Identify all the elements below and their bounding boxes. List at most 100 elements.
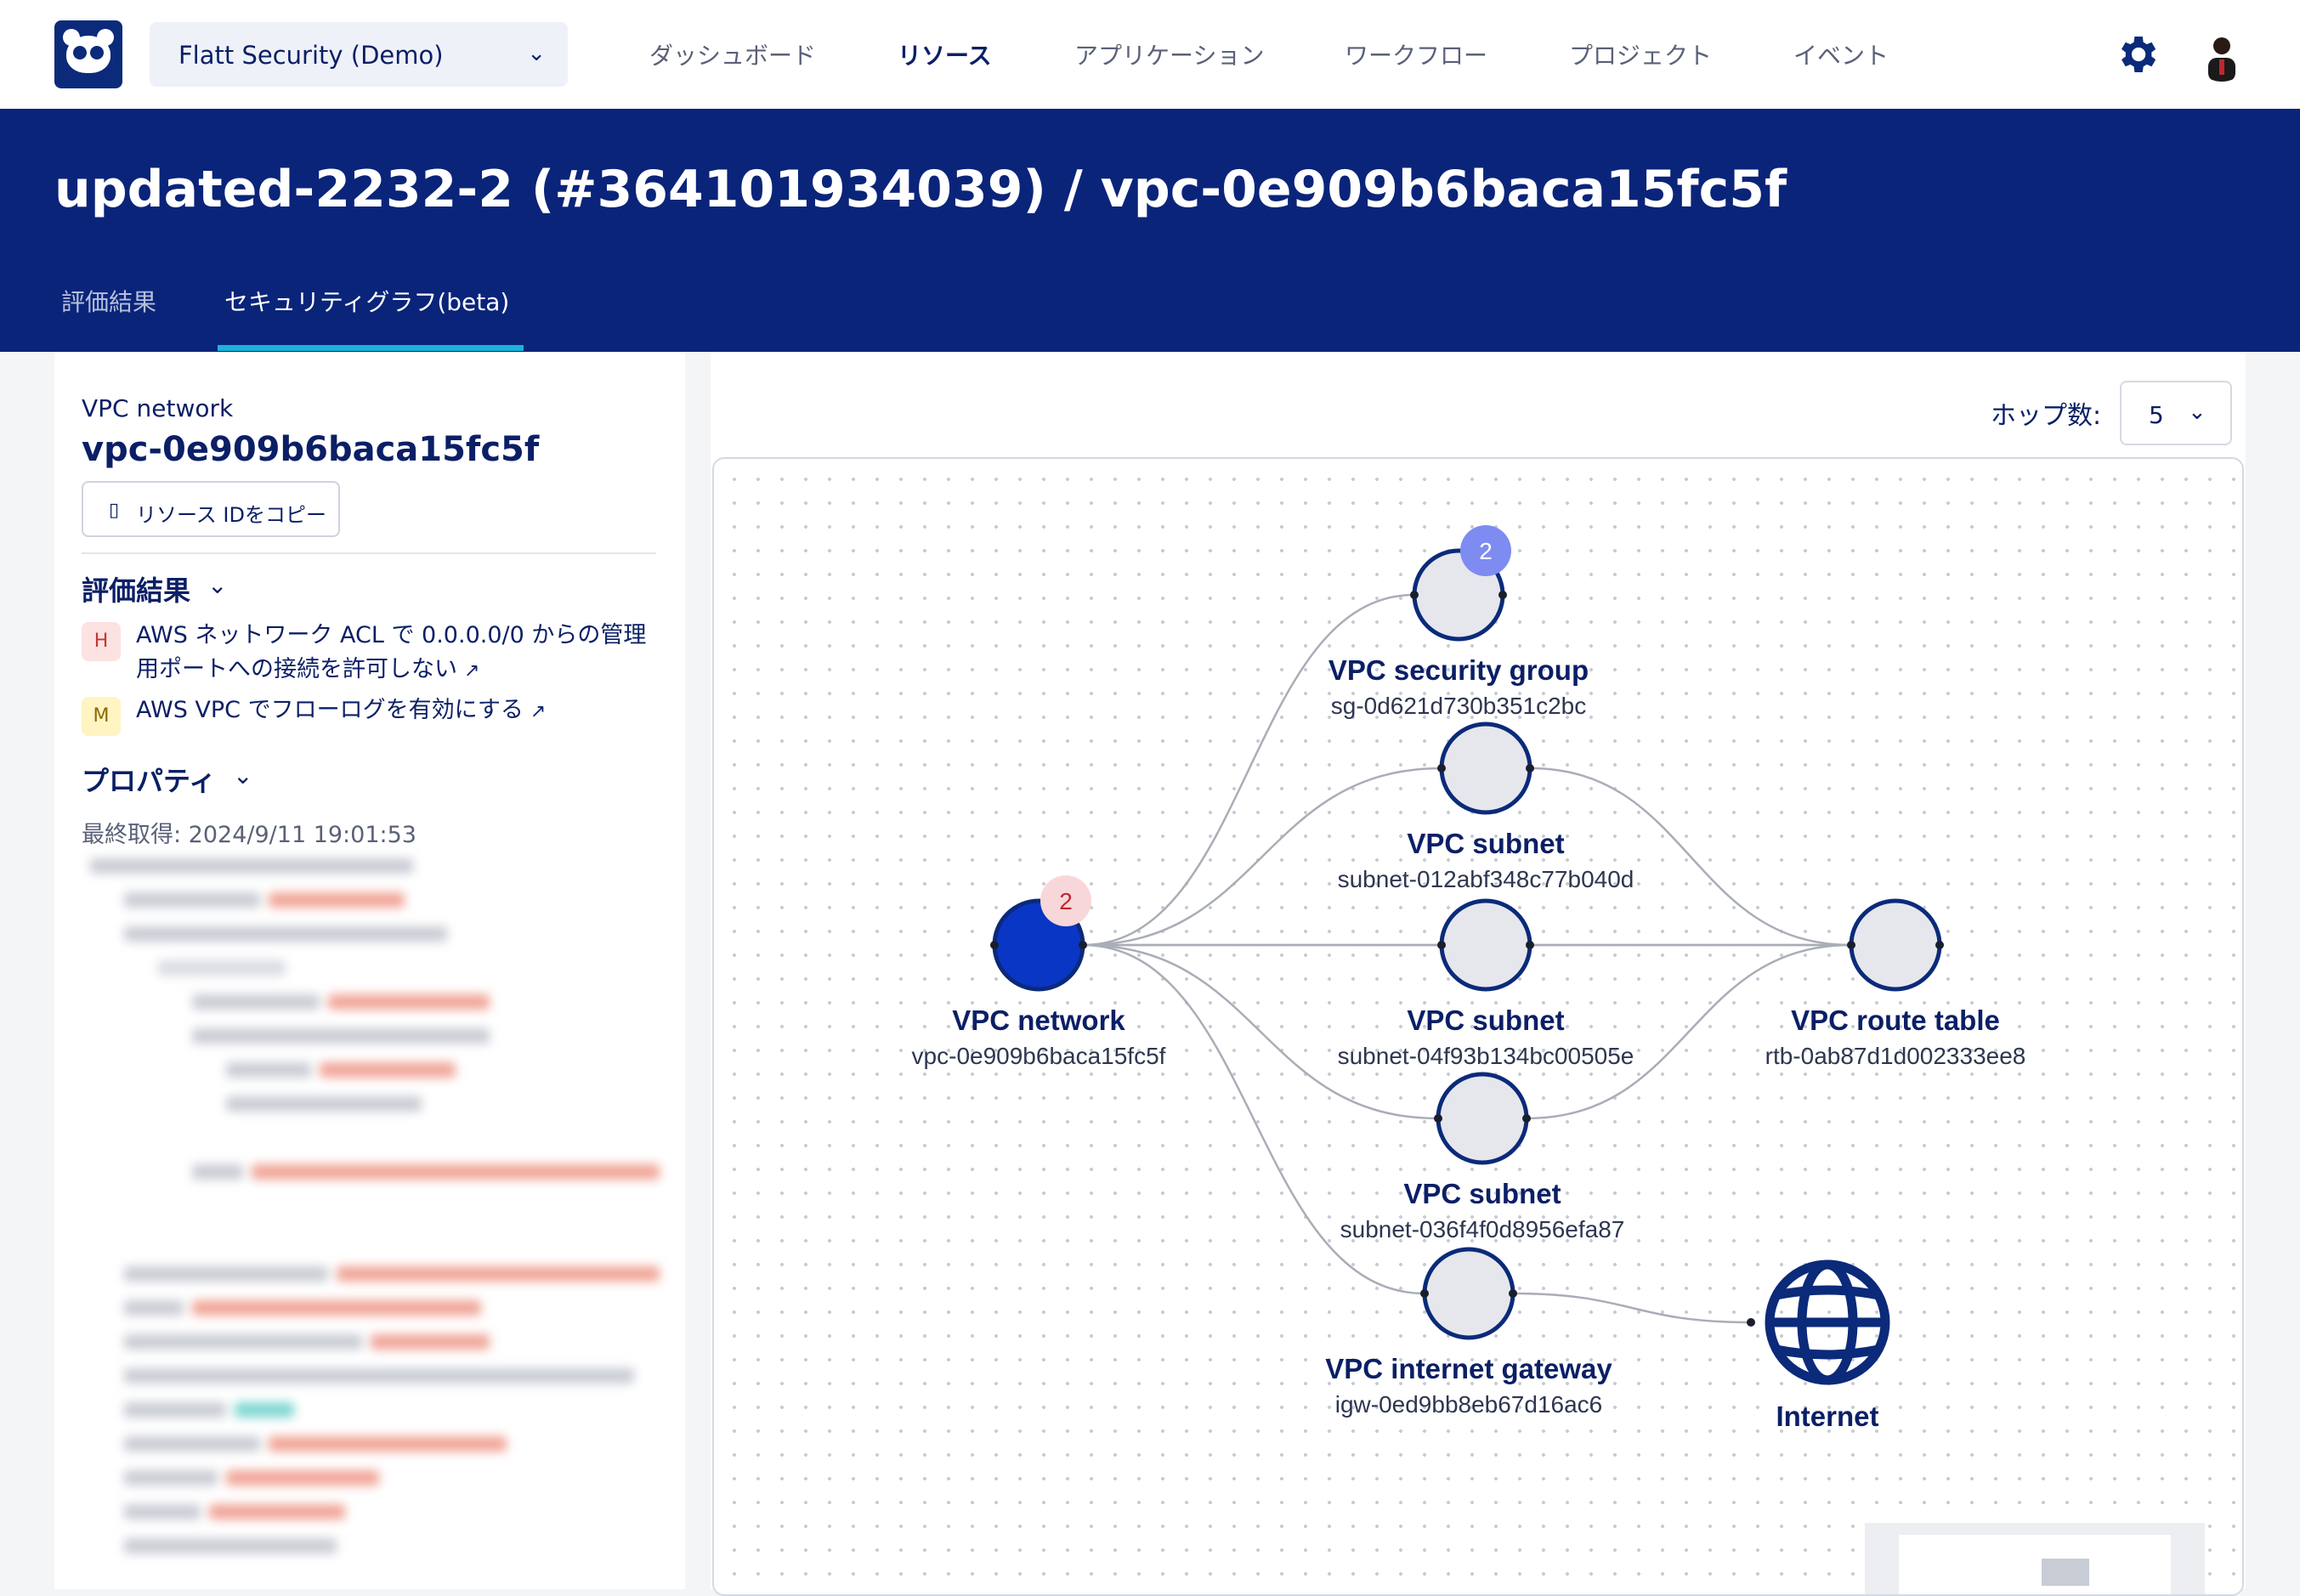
finding-link-flowlog[interactable]: AWS VPC でフローログを有効にする ↗ [136,693,546,729]
graph-port [1498,591,1507,599]
graph-port [1079,941,1087,949]
findings-heading[interactable]: 評価結果 [82,569,190,608]
graph-node-circle [1439,722,1532,815]
panda-logo[interactable] [54,20,122,88]
page-title: updated-2232-2 (#364101934039) / vpc-0e9… [54,160,1787,219]
user-avatar[interactable] [2195,27,2249,82]
logo-eye-left [73,46,87,59]
graph-node-rtb[interactable]: VPC route table rtb-0ab87d1d002333ee8 [1765,898,2026,1069]
severity-badge-medium: M [82,697,121,736]
organization-name: Flatt Security (Demo) [178,41,444,70]
graph-node-resource-id: subnet-04f93b134bc00505e [1338,1043,1634,1069]
nav-workflows[interactable]: ワークフロー [1345,37,1487,71]
resource-type: VPC network [82,394,234,422]
finding-text-line2: 用ポートへの接続を許可しない [136,656,457,682]
finding-text: AWS VPC でフローログを有効にする [136,697,524,723]
graph-node-circle [1422,1247,1515,1340]
graph-node-title: VPC internet gateway [1325,1353,1612,1384]
graph-node-sub3[interactable]: VPC subnet subnet-036f4f0d8956efa87 [1340,1072,1625,1242]
nav-projects[interactable]: プロジェクト [1569,37,1712,71]
graph-node-sg[interactable]: 2 VPC security group sg-0d621d730b351c2bc [1328,525,1589,719]
graph-node-circle [1849,898,1942,992]
copy-resource-id-button[interactable]: ▯ リソース IDをコピー [82,481,340,537]
copy-button-label: リソース IDをコピー [136,503,326,527]
graph-port [1437,941,1446,949]
graph-node-title: VPC network [952,1005,1125,1036]
graph-node-title: VPC subnet [1407,828,1564,859]
graph-node-title: VPC security group [1328,654,1589,686]
graph-node-circle [1439,898,1532,992]
logo-eye-right [90,46,104,59]
globe-icon [1765,1259,1890,1385]
graph-node-resource-id: subnet-036f4f0d8956efa87 [1340,1216,1625,1242]
nav-events[interactable]: イベント [1793,37,1889,71]
graph-node-sub1[interactable]: VPC subnet subnet-012abf348c77b040d [1338,722,1634,892]
graph-node-resource-id: subnet-012abf348c77b040d [1338,866,1634,892]
graph-node-inet[interactable]: Internet [1747,1259,1890,1432]
severity-badge-high: H [82,622,121,661]
finding-text-line1: AWS ネットワーク ACL で 0.0.0.0/0 からの管理 [136,622,647,648]
graph-node-resource-id: rtb-0ab87d1d002333ee8 [1765,1043,2026,1069]
external-link-icon: ↗ [530,701,547,722]
security-graph-panel: ホップ数: 5 ⌄ 2 VPC network vpc-0e909b6baca15f… [711,352,2246,1596]
graph-minimap[interactable] [1865,1523,2205,1594]
resource-id: vpc-0e909b6baca15fc5f [82,430,540,469]
nav-resources[interactable]: リソース [898,37,992,71]
graph-port [1420,1289,1429,1298]
resource-detail-panel: VPC network vpc-0e909b6baca15fc5f ▯ リソース… [54,352,685,1589]
graph-node-title: Internet [1776,1401,1878,1432]
graph-edge-vpc-sub1 [1082,767,1442,947]
finding-link-acl[interactable]: AWS ネットワーク ACL で 0.0.0.0/0 からの管理 用ポートへの接… [136,619,646,688]
graph-node-title: VPC subnet [1403,1178,1561,1209]
graph-node-igw[interactable]: VPC internet gateway igw-0ed9bb8eb67d16ac… [1325,1247,1612,1418]
graph-svg: 2 VPC network vpc-0e909b6baca15fc5f 2 VPC se… [912,525,2026,1432]
hop-count-label: ホップ数: [1991,401,2102,431]
organization-select[interactable]: Flatt Security (Demo) ⌄ [150,22,568,87]
graph-node-sub2[interactable]: VPC subnet subnet-04f93b134bc00505e [1338,898,1634,1069]
graph-port [1522,1114,1531,1123]
graph-port [1747,1318,1755,1327]
graph-port [1509,1289,1517,1298]
graph-edge-vpc-sg [1082,593,1415,947]
graph-edge-igw-inet [1512,1292,1752,1324]
chevron-down-icon[interactable]: ⌄ [207,571,227,599]
top-navigation: Flatt Security (Demo) ⌄ ダッシュボード リソース アプリ… [0,0,2300,109]
graph-canvas[interactable]: 2 VPC network vpc-0e909b6baca15fc5f 2 VPC se… [712,457,2244,1596]
tab-evaluation-results[interactable]: 評価結果 [61,284,156,318]
graph-port [1434,1114,1442,1123]
nav-applications[interactable]: アプリケーション [1074,37,1264,71]
hop-count-value: 5 [2149,401,2164,429]
graph-node-resource-id: igw-0ed9bb8eb67d16ac6 [1335,1391,1603,1418]
graph-node-title: VPC subnet [1407,1005,1564,1036]
graph-edge-vpc-sub3 [1082,943,1439,1120]
nav-dashboard[interactable]: ダッシュボード [649,37,816,71]
chevron-down-icon: ⌄ [527,41,546,66]
graph-port [1935,941,1944,949]
properties-json-redacted [82,858,668,1589]
chevron-down-icon[interactable]: ⌄ [233,761,252,790]
finding-count: 2 [1059,888,1073,914]
external-link-icon: ↗ [464,660,480,682]
divider [82,552,656,554]
graph-node-title: VPC route table [1791,1005,2000,1036]
page-header: updated-2232-2 (#364101934039) / vpc-0e9… [0,109,2300,352]
graph-port [990,941,999,949]
graph-port [1526,941,1534,949]
finding-count: 2 [1479,538,1493,564]
properties-heading[interactable]: プロパティ [82,760,216,799]
graph-port [1410,591,1419,599]
graph-port [1526,764,1534,773]
graph-port [1847,941,1855,949]
gear-icon[interactable] [2113,31,2161,78]
last-fetched-timestamp: 最終取得: 2024/9/11 19:01:53 [82,822,416,848]
active-tab-indicator [218,345,524,351]
graph-node-resource-id: vpc-0e909b6baca15fc5f [912,1043,1166,1069]
hop-count-select[interactable]: 5 ⌄ [2120,381,2232,445]
graph-port [1437,764,1446,773]
clipboard-icon: ▯ [109,500,120,521]
chevron-down-icon: ⌄ [2188,399,2207,425]
graph-node-vpc[interactable]: 2 VPC network vpc-0e909b6baca15fc5f [912,875,1166,1069]
graph-node-circle [1436,1072,1529,1165]
tab-security-graph[interactable]: セキュリティグラフ(beta) [224,284,509,318]
graph-node-resource-id: sg-0d621d730b351c2bc [1331,693,1586,719]
